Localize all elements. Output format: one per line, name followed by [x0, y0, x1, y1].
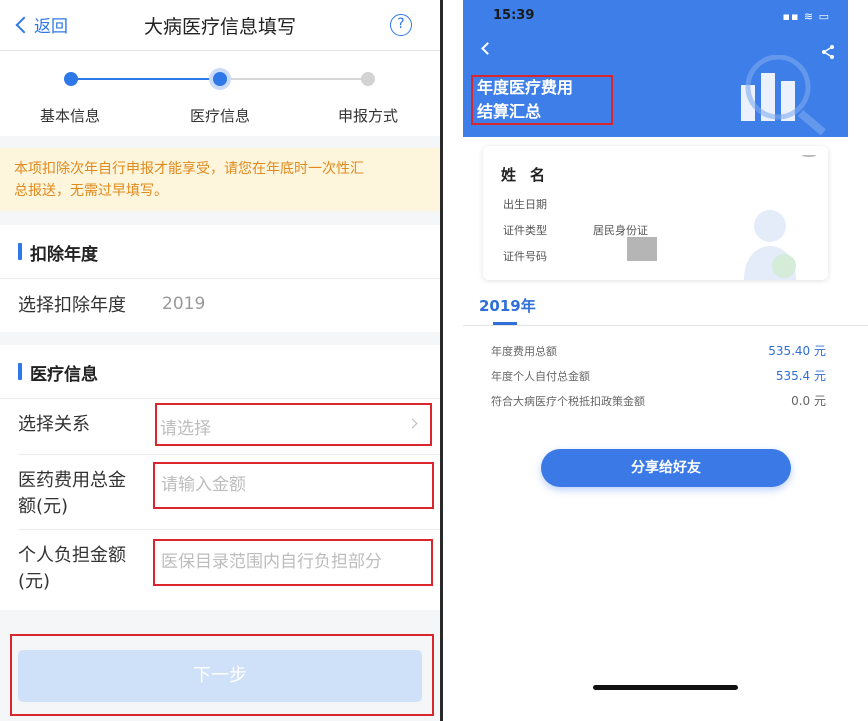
- deduction-year-label: 选择扣除年度: [18, 295, 126, 316]
- notice-banner: 本项扣除次年自行申报才能享受，请您在年底时一次性汇 总报送，无需过早填写。: [0, 148, 440, 211]
- step-label-basic: 基本信息: [40, 107, 101, 125]
- section-title: 医疗信息: [30, 365, 98, 385]
- birth-date-label: 出生日期: [503, 198, 547, 211]
- collapse-icon[interactable]: [802, 154, 816, 157]
- deductible-label: 符合大病医疗个税抵扣政策金额: [491, 395, 645, 408]
- step-progress: 基本信息 医疗信息 申报方式: [0, 51, 440, 136]
- medical-info-form-screen: 返回 大病医疗信息填写 ? 基本信息 医疗信息 申报方式 本项扣除次年自行申报才…: [0, 0, 440, 721]
- chevron-right-icon: [407, 418, 418, 429]
- home-indicator[interactable]: [593, 685, 738, 690]
- deductible-value: 0.0 元: [791, 394, 826, 408]
- notice-line-1: 本项扣除次年自行申报才能享受，请您在年底时一次性汇: [14, 161, 364, 177]
- relation-placeholder: 请选择: [160, 419, 211, 439]
- id-number-label: 证件号码: [503, 250, 547, 263]
- avatar-silhouette-icon: [744, 210, 796, 280]
- total-amount-placeholder: 请输入金额: [161, 475, 246, 495]
- section-header: 扣除年度: [0, 225, 440, 279]
- section-header: 医疗信息: [0, 345, 440, 399]
- section-title: 扣除年度: [30, 245, 98, 265]
- year-tab-indicator: [493, 322, 517, 325]
- tab-divider: [463, 325, 868, 326]
- personal-amount-input[interactable]: 医保目录范围内自行负担部分: [153, 539, 433, 586]
- relation-label: 选择关系: [18, 414, 90, 435]
- page-title: 大病医疗信息填写: [143, 16, 296, 38]
- section-accent-bar: [18, 363, 22, 380]
- title-highlight-box: [471, 75, 613, 125]
- step-dot-medical-current: [209, 68, 231, 90]
- step-connector-done: [71, 78, 220, 80]
- row-divider: [18, 529, 440, 530]
- step-dot-report: [361, 72, 375, 86]
- self-pay-value: 535.4 元: [775, 369, 826, 383]
- status-icons: ▪▪ ≋ ▭: [782, 10, 830, 23]
- help-icon[interactable]: ?: [390, 14, 412, 36]
- step-connector-pending: [220, 78, 368, 80]
- deduction-year-section: 扣除年度 选择扣除年度 2019: [0, 225, 440, 332]
- medical-info-section: 医疗信息 选择关系 请选择 医药费用总金 额(元) 请输入金额 个人负担金额 (…: [0, 345, 440, 610]
- id-type-label: 证件类型: [503, 224, 547, 237]
- personal-amount-label: 个人负担金额 (元): [18, 545, 126, 592]
- step-label-medical: 医疗信息: [190, 107, 251, 125]
- back-arrow-icon[interactable]: [481, 42, 494, 55]
- section-accent-bar: [18, 243, 22, 260]
- step-dot-basic: [64, 72, 78, 86]
- personal-amount-placeholder: 医保目录范围内自行负担部分: [161, 552, 382, 572]
- id-number-redacted: [627, 237, 657, 261]
- self-pay-label: 年度个人自付总金额: [491, 370, 590, 383]
- step-label-report: 申报方式: [338, 107, 399, 125]
- next-button[interactable]: 下一步: [18, 650, 422, 702]
- medical-summary-screen: 15:39 ▪▪ ≋ ▭ 年度医疗费用 结算汇总 姓名 出生日期 证件类型 居民…: [443, 0, 868, 721]
- total-cost-label: 年度费用总额: [491, 345, 557, 358]
- row-divider: [18, 454, 440, 455]
- status-time: 15:39: [493, 8, 535, 23]
- id-type-value: 居民身份证: [593, 224, 648, 237]
- name-label: 姓名: [501, 166, 560, 184]
- share-to-friend-button[interactable]: 分享给好友: [541, 449, 791, 487]
- total-amount-label: 医药费用总金 额(元): [18, 470, 126, 517]
- total-amount-input[interactable]: 请输入金额: [153, 462, 434, 509]
- deduction-year-select[interactable]: 2019: [162, 294, 205, 314]
- personal-info-card: 姓名 出生日期 证件类型 居民身份证 证件号码: [483, 146, 828, 280]
- total-cost-value: 535.40 元: [768, 344, 826, 358]
- notice-line-2: 总报送，无需过早填写。: [14, 183, 168, 199]
- nav-bar: 返回 大病医疗信息填写 ?: [0, 0, 440, 51]
- relation-select[interactable]: 请选择: [155, 403, 432, 446]
- screenshot-root: 返回 大病医疗信息填写 ? 基本信息 医疗信息 申报方式 本项扣除次年自行申报才…: [0, 0, 868, 721]
- bar-chart-magnifier-icon: [741, 55, 826, 135]
- year-tab[interactable]: 2019年: [479, 295, 536, 316]
